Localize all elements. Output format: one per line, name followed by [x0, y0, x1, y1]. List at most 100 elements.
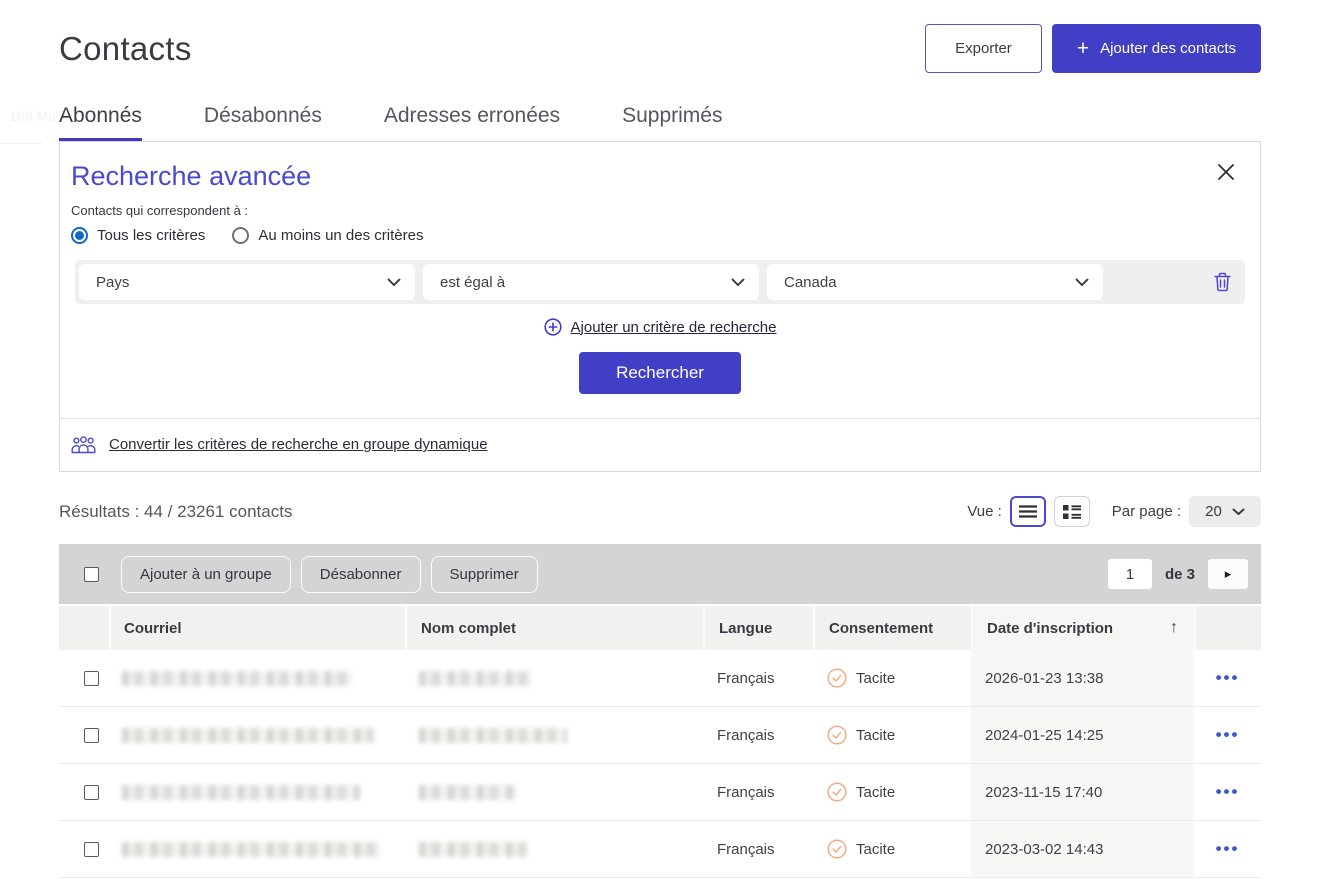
- language-cell: Français: [703, 707, 813, 763]
- column-header-signup-date[interactable]: Date d'inscription ↑: [971, 606, 1194, 650]
- page-header: Contacts Exporter + Ajouter des contacts: [59, 24, 1261, 73]
- row-menu-icon[interactable]: •••: [1216, 844, 1240, 854]
- delete-button[interactable]: Supprimer: [431, 556, 538, 593]
- tab-supprimes[interactable]: Supprimés: [622, 104, 722, 141]
- table-row: Français Tacite 2026-01-23 13:38 •••: [59, 650, 1261, 707]
- row-menu-icon[interactable]: •••: [1216, 787, 1240, 797]
- criterion-value-select[interactable]: Canada: [767, 264, 1103, 300]
- tab-desabonnes[interactable]: Désabonnés: [204, 104, 322, 141]
- bulk-actions-toolbar: Ajouter à un groupe Désabonner Supprimer…: [59, 544, 1261, 604]
- add-contacts-label: Ajouter des contacts: [1100, 40, 1236, 57]
- tab-adresses-erronees[interactable]: Adresses erronées: [384, 104, 560, 141]
- column-header-consent[interactable]: Consentement: [813, 606, 971, 650]
- table-row: Français Tacite 2023-03-02 14:43 •••: [59, 821, 1261, 878]
- chevron-down-icon: [731, 278, 745, 287]
- radio-selected-icon: [71, 227, 88, 244]
- consent-cell: Tacite: [856, 784, 895, 801]
- view-controls: Vue : Par page : 20: [967, 496, 1261, 527]
- search-button[interactable]: Rechercher: [579, 352, 741, 394]
- add-to-group-button[interactable]: Ajouter à un groupe: [121, 556, 291, 593]
- table-row: Français Tacite 2024-01-25 14:25 •••: [59, 707, 1261, 764]
- pagination: de 3 ▸: [1108, 559, 1248, 589]
- row-menu-icon[interactable]: •••: [1216, 730, 1240, 740]
- row-checkbox[interactable]: [84, 842, 99, 857]
- results-bar: Résultats : 44 / 23261 contacts Vue : Pa…: [59, 496, 1261, 527]
- chevron-down-icon: [1232, 508, 1245, 516]
- header-actions: Exporter + Ajouter des contacts: [925, 24, 1261, 73]
- criterion-value: Canada: [784, 274, 837, 291]
- close-icon[interactable]: [1217, 161, 1239, 183]
- page-title: Contacts: [59, 30, 192, 68]
- row-menu-icon[interactable]: •••: [1216, 673, 1240, 683]
- signup-date-cell: 2026-01-23 13:38: [971, 650, 1194, 706]
- convert-to-dynamic-group-link[interactable]: Convertir les critères de recherche en g…: [109, 436, 488, 453]
- group-icon: [71, 435, 96, 454]
- radio-unselected-icon: [232, 227, 249, 244]
- signup-date-cell: 2023-11-15 17:40: [971, 764, 1194, 820]
- select-all-checkbox[interactable]: [84, 567, 99, 582]
- match-mode-label: Contacts qui correspondent à :: [71, 203, 1260, 218]
- next-page-button[interactable]: ▸: [1208, 559, 1248, 589]
- row-checkbox[interactable]: [84, 671, 99, 686]
- redacted-name: [419, 785, 516, 800]
- sort-asc-icon[interactable]: ↑: [1170, 619, 1178, 637]
- criterion-operator-select[interactable]: est égal à: [423, 264, 759, 300]
- list-view-button[interactable]: [1010, 496, 1046, 527]
- contacts-page: Contacts Exporter + Ajouter des contacts…: [0, 24, 1322, 878]
- match-mode-options: Tous les critères Au moins un des critèr…: [71, 227, 1260, 244]
- plus-circle-icon: [544, 318, 562, 336]
- redacted-email: [122, 842, 380, 857]
- header-checkbox-cell: [59, 606, 109, 650]
- consent-cell: Tacite: [856, 727, 895, 744]
- consent-cell: Tacite: [856, 841, 895, 858]
- unsubscribe-button[interactable]: Désabonner: [301, 556, 421, 593]
- row-checkbox[interactable]: [84, 728, 99, 743]
- per-page-select[interactable]: 20: [1189, 496, 1261, 527]
- redacted-email: [122, 785, 360, 800]
- add-criterion-link[interactable]: Ajouter un critère de recherche: [571, 319, 777, 336]
- panel-footer: Convertir les critères de recherche en g…: [60, 418, 1260, 471]
- redacted-name: [419, 728, 567, 743]
- page-number-input[interactable]: [1108, 559, 1152, 589]
- consent-check-icon: [827, 725, 847, 745]
- radio-all-criteria[interactable]: Tous les critères: [71, 227, 205, 244]
- radio-any-label: Au moins un des critères: [258, 227, 423, 244]
- page-total-label: de 3: [1165, 566, 1195, 583]
- consent-check-icon: [827, 839, 847, 859]
- table-row: Français Tacite 2023-11-15 17:40 •••: [59, 764, 1261, 821]
- signup-date-label: Date d'inscription: [987, 620, 1113, 637]
- criterion-operator-value: est égal à: [440, 274, 505, 291]
- column-header-language[interactable]: Langue: [703, 606, 813, 650]
- add-criterion-row: Ajouter un critère de recherche: [60, 318, 1260, 336]
- column-header-email[interactable]: Courriel: [109, 606, 405, 650]
- advanced-search-title: Recherche avancée: [71, 161, 1260, 192]
- view-label: Vue :: [967, 503, 1001, 520]
- card-view-icon: [1063, 505, 1081, 519]
- signup-date-cell: 2023-03-02 14:43: [971, 821, 1194, 877]
- per-page-label: Par page :: [1112, 503, 1181, 520]
- redacted-name: [419, 842, 527, 857]
- results-summary: Résultats : 44 / 23261 contacts: [59, 502, 292, 522]
- language-cell: Français: [703, 764, 813, 820]
- card-view-button[interactable]: [1054, 496, 1090, 527]
- criterion-field-value: Pays: [96, 274, 129, 291]
- consent-check-icon: [827, 668, 847, 688]
- search-criterion-row: Pays est égal à Canada: [75, 260, 1245, 304]
- add-contacts-button[interactable]: + Ajouter des contacts: [1052, 24, 1261, 73]
- contacts-tabs: Abonnés Désabonnés Adresses erronées Sup…: [59, 104, 1261, 141]
- language-cell: Français: [703, 821, 813, 877]
- redacted-name: [419, 671, 531, 686]
- advanced-search-panel: Recherche avancée Contacts qui correspon…: [59, 141, 1261, 472]
- plus-icon: +: [1077, 42, 1089, 56]
- consent-cell: Tacite: [856, 670, 895, 687]
- column-header-name[interactable]: Nom complet: [405, 606, 703, 650]
- per-page-value: 20: [1205, 503, 1222, 520]
- radio-any-criteria[interactable]: Au moins un des critères: [232, 227, 423, 244]
- row-checkbox[interactable]: [84, 785, 99, 800]
- list-view-icon: [1019, 505, 1037, 518]
- trash-icon: [1214, 272, 1231, 292]
- delete-criterion-button[interactable]: [1214, 271, 1231, 293]
- export-button[interactable]: Exporter: [925, 24, 1042, 73]
- criterion-field-select[interactable]: Pays: [79, 264, 415, 300]
- tab-abonnes[interactable]: Abonnés: [59, 104, 142, 141]
